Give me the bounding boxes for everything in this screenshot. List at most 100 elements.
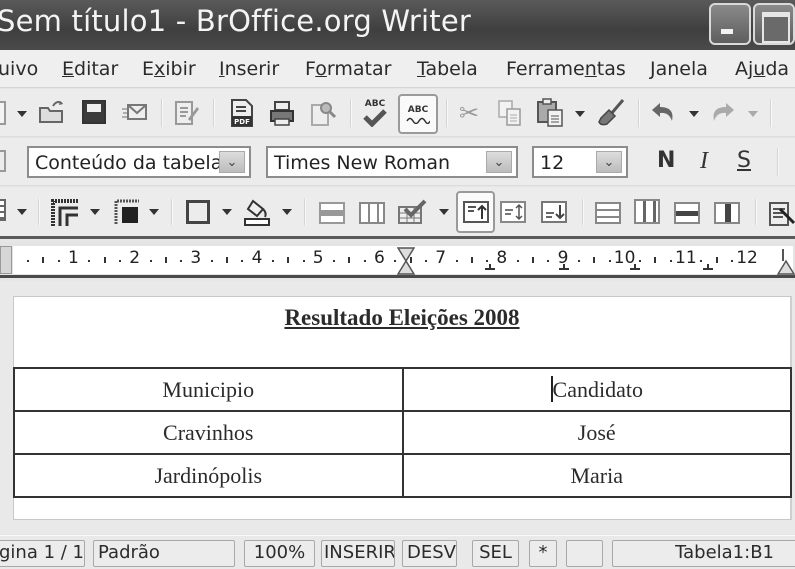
font-name-select[interactable]: Times New Roman ⌄ bbox=[266, 146, 518, 178]
cut-icon[interactable]: ✂ bbox=[457, 99, 481, 127]
menu-ajuda[interactable]: Ajuda bbox=[735, 58, 789, 80]
undo-icon[interactable] bbox=[650, 100, 678, 124]
election-table[interactable]: Municipio Candidato Cravinhos José Jardi… bbox=[13, 367, 792, 498]
status-insert-mode[interactable]: INSERIR bbox=[321, 540, 395, 567]
paste-icon[interactable] bbox=[536, 97, 564, 127]
chevron-down-icon[interactable]: ⌄ bbox=[596, 151, 622, 173]
table-cell-b2[interactable]: José bbox=[401, 410, 792, 455]
status-modified: * bbox=[529, 540, 557, 567]
underline-button[interactable]: S bbox=[737, 148, 751, 173]
line-color-dropdown-arrow[interactable] bbox=[149, 209, 159, 215]
menu-tabela[interactable]: Tabela bbox=[417, 58, 478, 80]
menu-exibir[interactable]: Exibir bbox=[142, 58, 196, 80]
ruler-tab-stop[interactable] bbox=[703, 264, 713, 270]
new-document-icon[interactable] bbox=[0, 101, 6, 125]
ruler-indent-marker-icon[interactable] bbox=[397, 247, 415, 275]
autoformat-dropdown-arrow[interactable] bbox=[439, 209, 449, 215]
spellcheck-icon[interactable]: ABC bbox=[360, 97, 390, 129]
toolbar-separator bbox=[755, 199, 757, 225]
ruler-right-indent-icon[interactable] bbox=[777, 247, 795, 275]
background-color-icon[interactable] bbox=[243, 197, 271, 227]
italic-button[interactable]: I bbox=[700, 148, 708, 175]
paste-dropdown-arrow[interactable] bbox=[575, 111, 585, 117]
border-style-icon[interactable] bbox=[51, 199, 79, 227]
delete-columns-icon[interactable] bbox=[714, 202, 740, 224]
email-icon[interactable] bbox=[122, 103, 148, 121]
open-folder-icon[interactable] bbox=[38, 99, 66, 125]
maximize-button[interactable] bbox=[753, 3, 795, 45]
ruler-tick bbox=[516, 260, 519, 262]
status-page-style[interactable]: Padrão bbox=[93, 540, 235, 567]
minimize-button[interactable] bbox=[709, 3, 751, 45]
print-icon[interactable] bbox=[268, 99, 296, 127]
export-pdf-icon[interactable]: PDF bbox=[230, 98, 254, 128]
ruler-tab-stop[interactable] bbox=[559, 264, 569, 270]
table-cell-b1[interactable]: Candidato bbox=[401, 367, 792, 412]
table-cell-a1[interactable]: Municipio bbox=[13, 367, 404, 412]
formatting-toolbar: Conteúdo da tabela ⌄ Times New Roman ⌄ 1… bbox=[0, 138, 795, 186]
ruler-tick bbox=[348, 257, 351, 263]
save-icon[interactable] bbox=[82, 100, 106, 124]
ruler-tab-stop[interactable] bbox=[485, 264, 495, 270]
status-zoom[interactable]: 100% bbox=[244, 540, 315, 567]
edit-file-icon[interactable] bbox=[174, 99, 200, 127]
ruler-number: 8 bbox=[496, 248, 508, 268]
split-cells-icon[interactable] bbox=[359, 202, 385, 224]
ruler-number: 2 bbox=[129, 248, 141, 268]
page-preview-icon[interactable] bbox=[310, 99, 336, 127]
menu-janela[interactable]: Janela bbox=[650, 58, 708, 80]
redo-icon[interactable] bbox=[708, 100, 736, 124]
font-size-select[interactable]: 12 ⌄ bbox=[532, 146, 628, 178]
delete-rows-icon[interactable] bbox=[674, 202, 700, 224]
align-bottom-icon[interactable] bbox=[541, 201, 567, 223]
document-heading[interactable]: Resultado Eleições 2008 bbox=[14, 305, 790, 331]
center-vertically-icon[interactable] bbox=[500, 201, 526, 223]
table-icon[interactable] bbox=[0, 199, 6, 221]
ruler-tick bbox=[394, 260, 397, 262]
insert-rows-icon[interactable] bbox=[595, 202, 621, 224]
page[interactable]: Resultado Eleições 2008 Municipio Candid… bbox=[13, 296, 792, 520]
align-top-icon[interactable] bbox=[456, 191, 495, 233]
menu-formatar[interactable]: Formatar bbox=[305, 58, 391, 80]
ruler-tab-stop[interactable] bbox=[630, 264, 640, 270]
line-color-icon[interactable] bbox=[114, 199, 140, 225]
styles-icon[interactable] bbox=[0, 150, 6, 172]
border-style-dropdown-arrow[interactable] bbox=[90, 209, 100, 215]
undo-dropdown-arrow[interactable] bbox=[689, 111, 699, 117]
table-properties-icon[interactable] bbox=[768, 199, 795, 227]
menu-inserir[interactable]: Inserir bbox=[219, 58, 279, 80]
menu-mnemonic: x bbox=[154, 58, 166, 80]
ruler-tick bbox=[27, 260, 30, 262]
menu-arquivo[interactable]: uivo bbox=[0, 58, 38, 80]
insert-columns-icon[interactable] bbox=[634, 199, 660, 224]
copy-icon[interactable] bbox=[497, 99, 523, 127]
status-selection-mode[interactable]: DESV bbox=[402, 540, 457, 567]
merge-cells-icon[interactable] bbox=[319, 202, 345, 224]
bold-button[interactable]: N bbox=[657, 148, 675, 173]
menu-editar[interactable]: Editar bbox=[62, 58, 118, 80]
table-cell-a2[interactable]: Cravinhos bbox=[13, 410, 404, 455]
chevron-down-icon[interactable]: ⌄ bbox=[219, 151, 245, 173]
new-dropdown-arrow[interactable] bbox=[17, 111, 27, 117]
horizontal-ruler[interactable]: 1 2 3 4 5 6 7 8 9 10 11 12 bbox=[0, 242, 795, 278]
table-cell-a3[interactable]: Jardinópolis bbox=[13, 453, 404, 498]
status-sel[interactable]: SEL bbox=[472, 540, 519, 567]
status-page-count[interactable]: gina 1 / 1 bbox=[0, 540, 85, 567]
toolbar-separator bbox=[582, 199, 584, 225]
menu-mnemonic: E bbox=[62, 58, 75, 80]
borders-dropdown-arrow[interactable] bbox=[222, 209, 232, 215]
autoformat-icon[interactable] bbox=[397, 199, 427, 225]
status-digital-signature[interactable] bbox=[566, 540, 603, 567]
menu-ferramentas[interactable]: Ferramentas bbox=[506, 58, 626, 80]
autospellcheck-icon[interactable]: ABC bbox=[398, 94, 438, 134]
background-color-dropdown-arrow[interactable] bbox=[282, 209, 292, 215]
table-dropdown-arrow[interactable] bbox=[17, 209, 27, 215]
format-paintbrush-icon[interactable] bbox=[597, 98, 625, 128]
redo-dropdown-arrow[interactable] bbox=[748, 111, 758, 117]
document-area[interactable]: Resultado Eleições 2008 Municipio Candid… bbox=[0, 281, 795, 534]
chevron-down-icon[interactable]: ⌄ bbox=[486, 151, 512, 173]
table-cell-b3[interactable]: Maria bbox=[401, 453, 792, 498]
borders-icon[interactable] bbox=[186, 200, 210, 224]
paragraph-style-select[interactable]: Conteúdo da tabela ⌄ bbox=[27, 146, 251, 178]
ruler-left-margin[interactable] bbox=[0, 246, 12, 274]
